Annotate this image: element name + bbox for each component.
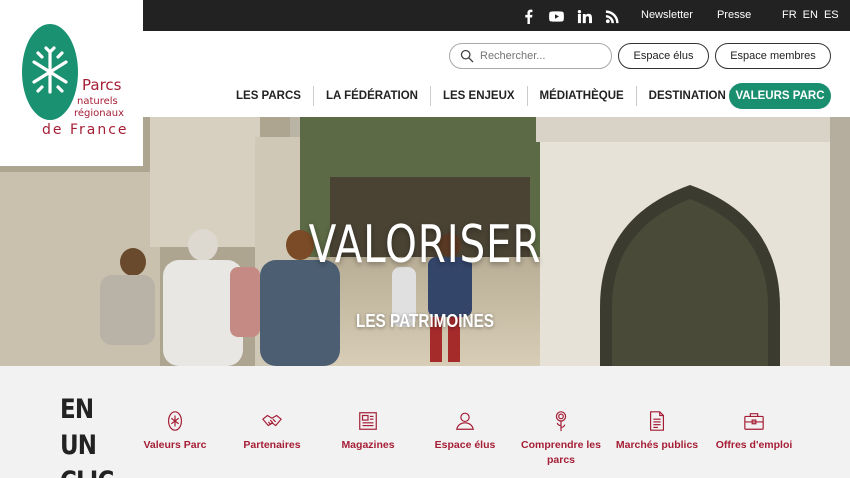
hero-subtitle: LES PATRIMOINES (356, 311, 494, 331)
quick-link-label: Comprendre les parcs (521, 439, 601, 466)
quick-link-offres-emploi[interactable]: Offres d'emploi (709, 410, 799, 453)
quick-link-label: Offres d'emploi (715, 439, 793, 451)
social-links (520, 8, 620, 24)
espace-membres-button[interactable]: Espace membres (715, 43, 831, 69)
document-icon (649, 411, 665, 431)
site-logo[interactable]: Parcs naturels régionaux de France (0, 0, 143, 166)
nav-la-federation[interactable]: LA FÉDÉRATION (314, 86, 431, 106)
youtube-icon[interactable] (548, 8, 564, 24)
quick-link-marches-publics[interactable]: Marchés publics (612, 410, 702, 453)
presse-link[interactable]: Presse (717, 9, 751, 21)
quick-link-label: Espace élus (434, 439, 496, 451)
logo-text-regionaux: régionaux (74, 108, 125, 119)
espace-elus-button[interactable]: Espace élus (618, 43, 709, 69)
main-nav: LES PARCS LA FÉDÉRATION LES ENJEUX MÉDIA… (224, 83, 780, 109)
hero-title: VALORISER (308, 215, 542, 275)
facebook-icon[interactable] (520, 8, 536, 24)
nav-les-parcs[interactable]: LES PARCS (224, 86, 314, 106)
top-links: Newsletter Presse (641, 9, 775, 21)
logo-emblem (22, 24, 78, 120)
quick-link-valeurs-parc[interactable]: Valeurs Parc (130, 410, 220, 453)
linkedin-icon[interactable] (576, 8, 592, 24)
search-icon (460, 49, 474, 63)
quick-link-partenaires[interactable]: Partenaires (227, 410, 317, 453)
quick-link-magazines[interactable]: Magazines (323, 410, 413, 453)
lang-fr[interactable]: FR (782, 9, 797, 21)
search-box[interactable] (449, 43, 612, 69)
handshake-icon (262, 414, 282, 427)
page: Newsletter Presse FR EN ES Parcs naturel… (0, 0, 850, 478)
magazine-icon (359, 412, 377, 430)
logo-text-parcs: Parcs (82, 76, 122, 94)
user-icon (456, 412, 474, 430)
logo-text-naturels: naturels (77, 96, 118, 107)
lang-es[interactable]: ES (824, 9, 839, 21)
quick-link-comprendre-les-parcs[interactable]: Comprendre les parcs (516, 410, 606, 468)
newsletter-link[interactable]: Newsletter (641, 9, 693, 21)
quick-link-label: Partenaires (243, 439, 301, 451)
nav-valeurs-parc-button[interactable]: VALEURS PARC (729, 83, 831, 109)
badge-icon (167, 411, 183, 431)
logo-text-de-france: de France (42, 122, 129, 138)
flower-icon (555, 411, 567, 432)
quick-link-label: Valeurs Parc (143, 439, 207, 451)
quick-link-espace-elus[interactable]: Espace élus (420, 410, 510, 453)
search-input[interactable] (480, 50, 600, 62)
quick-link-label: Marchés publics (615, 439, 699, 451)
rss-icon[interactable] (604, 8, 620, 24)
briefcase-icon (744, 413, 764, 430)
nav-les-enjeux[interactable]: LES ENJEUX (431, 86, 528, 106)
lang-en[interactable]: EN (803, 9, 818, 21)
quick-links-title: EN UN CLIC (60, 394, 114, 478)
nav-mediatheque[interactable]: MÉDIATHÈQUE (528, 86, 637, 106)
quick-link-label: Magazines (341, 439, 395, 451)
language-switcher: FR EN ES (782, 9, 839, 21)
